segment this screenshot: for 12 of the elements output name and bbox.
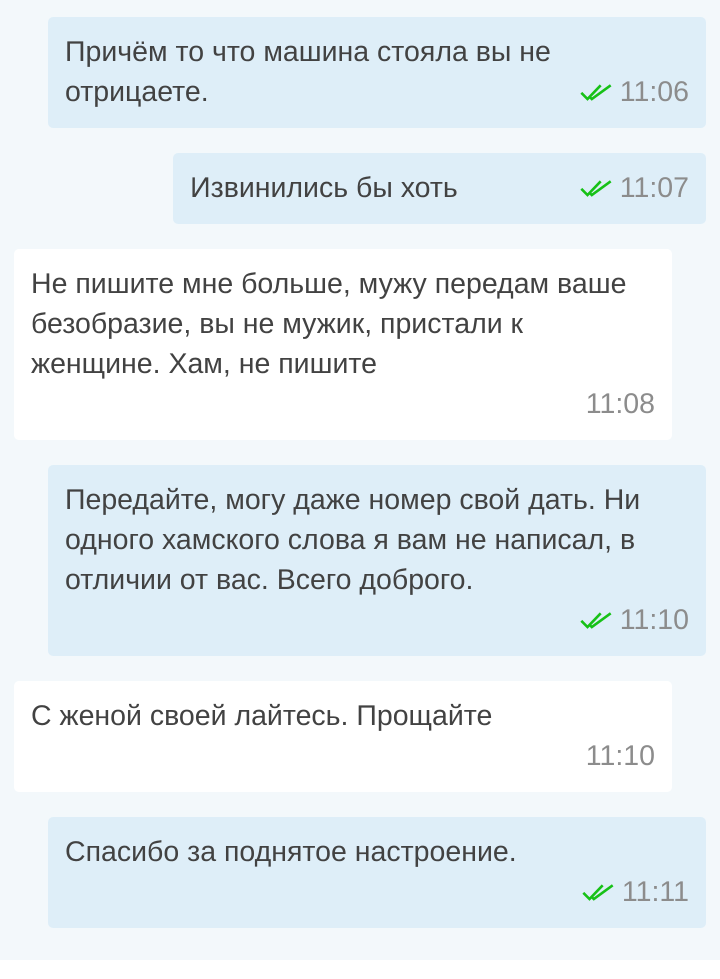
message-text: Причём то что машина стояла вы не отрицаете.: [65, 36, 551, 108]
message-text: Передайте, могу даже номер свой дать. Ни одного хамского слова я вам не написал, в отличии от вас. Всего доброго.: [65, 484, 640, 596]
message-time: 11:10: [620, 603, 689, 638]
message-time: 11:08: [586, 387, 655, 422]
message-text: Спасибо за поднятое настроение.: [65, 836, 517, 868]
message-text: С женой своей лайтесь. Прощайте: [31, 700, 492, 732]
message-time: 11:06: [620, 75, 689, 110]
message-time: 11:10: [586, 739, 655, 774]
message-text: Не пишите мне больше, мужу передам ваше безобразие, вы не мужик, пристали к женщине. Хам, не пишите: [31, 268, 626, 380]
message-time: 11:11: [622, 875, 689, 910]
message-text: Извинились бы хоть: [190, 172, 458, 204]
message-time: 11:07: [620, 171, 689, 206]
